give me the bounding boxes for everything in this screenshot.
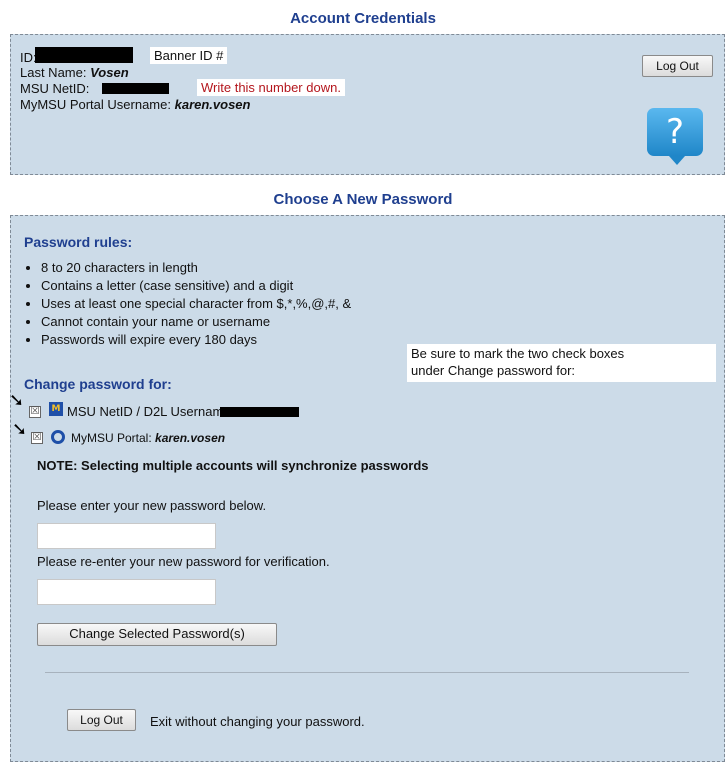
choose-password-title: Choose A New Password bbox=[273, 191, 453, 208]
account-portal-value: karen.vosen bbox=[155, 431, 226, 445]
banner-id-callout: Banner ID # bbox=[150, 47, 228, 64]
account-portal-label: MyMSU Portal: bbox=[71, 431, 152, 445]
portal-username-label: MyMSU Portal Username: bbox=[20, 97, 171, 112]
reenter-password-prompt: Please re-enter your new password for ve… bbox=[37, 554, 330, 569]
netid-callout: Write this number down. bbox=[197, 79, 345, 96]
verify-password-field[interactable] bbox=[37, 579, 216, 605]
account-netid-label: MSU NetID / D2L Username: bbox=[67, 404, 235, 419]
netid-label: MSU NetID: bbox=[20, 81, 90, 96]
help-icon[interactable]: ? bbox=[647, 108, 703, 156]
sync-note: NOTE: Selecting multiple accounts will s… bbox=[37, 458, 429, 473]
change-password-button[interactable]: Change Selected Password(s) bbox=[37, 623, 277, 646]
mymsu-ring-icon bbox=[51, 430, 65, 444]
checkbox-callout: Be sure to mark the two check boxes unde… bbox=[407, 344, 716, 382]
credentials-panel: ID: Banner ID # Last Name: Vosen MSU Net… bbox=[10, 34, 725, 175]
change-password-for-heading: Change password for: bbox=[24, 376, 172, 392]
callout-line-2: under Change password for: bbox=[411, 363, 576, 378]
account-credentials-title: Account Credentials bbox=[290, 10, 436, 27]
last-name-label: Last Name: bbox=[20, 65, 87, 80]
redacted-netid-username bbox=[220, 407, 299, 417]
checkbox-portal[interactable]: ☒ bbox=[31, 432, 43, 444]
last-name-row: Last Name: Vosen bbox=[20, 65, 129, 80]
last-name-value: Vosen bbox=[90, 65, 129, 80]
logout-button-bottom[interactable]: Log Out bbox=[67, 709, 136, 731]
exit-without-change-text: Exit without changing your password. bbox=[150, 714, 365, 729]
portal-username-row: MyMSU Portal Username: karen.vosen bbox=[20, 97, 250, 112]
rule-item: Uses at least one special character from… bbox=[41, 295, 351, 313]
password-rules-heading: Password rules: bbox=[24, 234, 133, 250]
new-password-field[interactable] bbox=[37, 523, 216, 549]
callout-line-1: Be sure to mark the two check boxes bbox=[411, 346, 625, 361]
redacted-netid bbox=[102, 83, 169, 94]
password-panel: Password rules: 8 to 20 characters in le… bbox=[9, 215, 725, 762]
arrow-icon: ➘ bbox=[9, 390, 25, 411]
section-divider bbox=[45, 672, 689, 673]
portal-username-value: karen.vosen bbox=[174, 97, 251, 112]
rule-item: Cannot contain your name or username bbox=[41, 313, 351, 331]
password-rules-list: 8 to 20 characters in length Contains a … bbox=[23, 259, 351, 349]
arrow-icon: ➘ bbox=[12, 419, 28, 440]
enter-password-prompt: Please enter your new password below. bbox=[37, 498, 267, 513]
msu-logo-icon: M bbox=[49, 402, 63, 416]
rule-item: 8 to 20 characters in length bbox=[41, 259, 351, 277]
account-portal-row: MyMSU Portal: karen.vosen bbox=[71, 431, 225, 445]
rule-item: Contains a letter (case sensitive) and a… bbox=[41, 277, 351, 295]
redacted-id bbox=[35, 47, 133, 63]
logout-button-top[interactable]: Log Out bbox=[642, 55, 713, 77]
rule-item: Passwords will expire every 180 days bbox=[41, 331, 351, 349]
checkbox-netid[interactable]: ☒ bbox=[29, 406, 41, 418]
help-icon-tail bbox=[669, 156, 685, 165]
